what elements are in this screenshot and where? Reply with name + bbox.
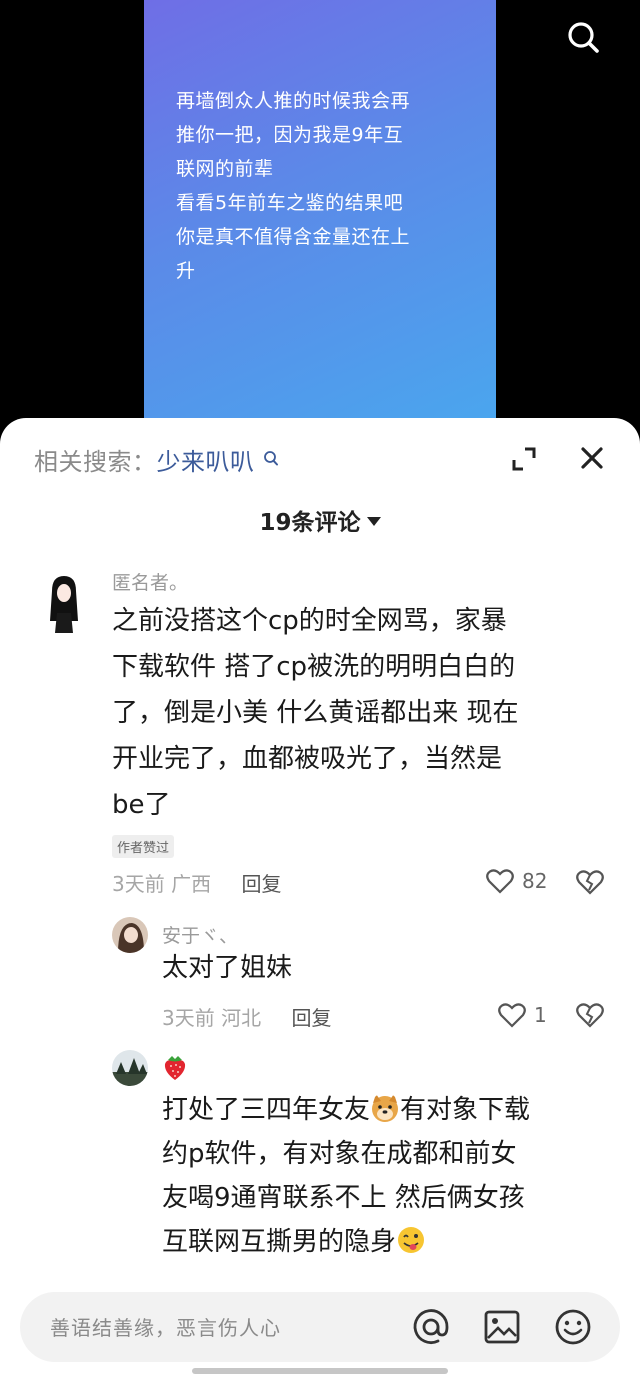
commenter-name[interactable]: 安于ヾ、 xyxy=(162,921,238,948)
comment-location: 河北 xyxy=(221,1006,262,1030)
image-icon[interactable] xyxy=(483,1308,521,1346)
dislike-icon[interactable] xyxy=(576,869,604,895)
author-liked-badge: 作者赞过 xyxy=(112,835,175,858)
comment-time: 3天前 xyxy=(162,1006,215,1030)
strawberry-emoji xyxy=(164,1056,186,1080)
comment-input-bar[interactable]: 善语结善缘，恶言伤人心 xyxy=(20,1292,620,1362)
mention-icon[interactable] xyxy=(412,1308,450,1346)
home-indicator[interactable] xyxy=(192,1368,448,1374)
dropdown-caret-icon xyxy=(366,517,381,526)
expand-icon[interactable] xyxy=(511,446,537,472)
close-icon[interactable] xyxy=(578,444,606,472)
comment-input-placeholder[interactable]: 善语结善缘，恶言伤人心 xyxy=(50,1312,281,1341)
video-overlay-text: 再墙倒众人推的时候我会再 推你一把，因为我是9年互 联网的前辈 看看5年前车之鉴… xyxy=(176,84,466,288)
comment-meta: 3天前 河北 回复 xyxy=(162,1002,331,1031)
video-area[interactable]: 再墙倒众人推的时候我会再 推你一把，因为我是9年互 联网的前辈 看看5年前车之鉴… xyxy=(0,0,640,440)
avatar[interactable] xyxy=(112,917,148,953)
heart-icon xyxy=(498,1003,526,1028)
comment-count[interactable]: 19条评论 xyxy=(0,503,640,537)
reply-button[interactable]: 回复 xyxy=(241,872,281,896)
like-count: 1 xyxy=(534,1003,547,1027)
comment-text: 太对了姐妹 xyxy=(162,953,293,983)
like-button[interactable]: 82 xyxy=(486,868,547,894)
reply-button[interactable]: 回复 xyxy=(291,1006,331,1030)
related-search[interactable]: 相关搜索：少来叭叭 xyxy=(34,442,279,477)
comment-time: 3天前 xyxy=(112,872,165,896)
search-icon[interactable] xyxy=(566,20,600,54)
comments-panel: 相关搜索：少来叭叭 19条评论 匿名者。 之前没搭这个cp的时全网骂，家暴 下载… xyxy=(0,418,640,1375)
video-text-line: 你是真不值得含金量还在上 xyxy=(176,226,411,248)
video-text-line: 升 xyxy=(176,260,196,282)
like-button[interactable]: 1 xyxy=(498,1002,547,1028)
doge-emoji xyxy=(372,1094,399,1122)
avatar[interactable] xyxy=(112,1050,148,1086)
comment-location: 广西 xyxy=(171,872,212,896)
like-count: 82 xyxy=(522,869,548,893)
emoji-icon[interactable] xyxy=(554,1308,592,1346)
dislike-icon[interactable] xyxy=(576,1002,604,1028)
search-small-icon xyxy=(263,451,278,466)
wink-tongue-emoji xyxy=(398,1227,425,1253)
video-text-line: 看看5年前车之鉴的结果吧 xyxy=(176,192,404,214)
related-search-label: 相关搜索： xyxy=(34,448,157,476)
commenter-name[interactable]: 匿名者。 xyxy=(112,568,188,595)
video-text-line: 再墙倒众人推的时候我会再 xyxy=(176,90,411,112)
avatar[interactable] xyxy=(44,573,84,633)
video-text-line: 推你一把，因为我是9年互 xyxy=(176,124,404,146)
video-text-line: 联网的前辈 xyxy=(176,158,274,180)
heart-icon xyxy=(486,869,514,894)
related-search-keyword[interactable]: 少来叭叭 xyxy=(157,448,255,476)
comment-meta: 3天前 广西 回复 xyxy=(112,868,281,897)
comment-text: 打处了三四年女友 有对象下载 约p软件，有对象在成都和前女 友喝9通宵联系不上 然… xyxy=(162,1094,531,1257)
comment-text: 之前没搭这个cp的时全网骂，家暴 下载软件 搭了cp被洗的明明白白的 了，倒是小… xyxy=(112,606,519,820)
